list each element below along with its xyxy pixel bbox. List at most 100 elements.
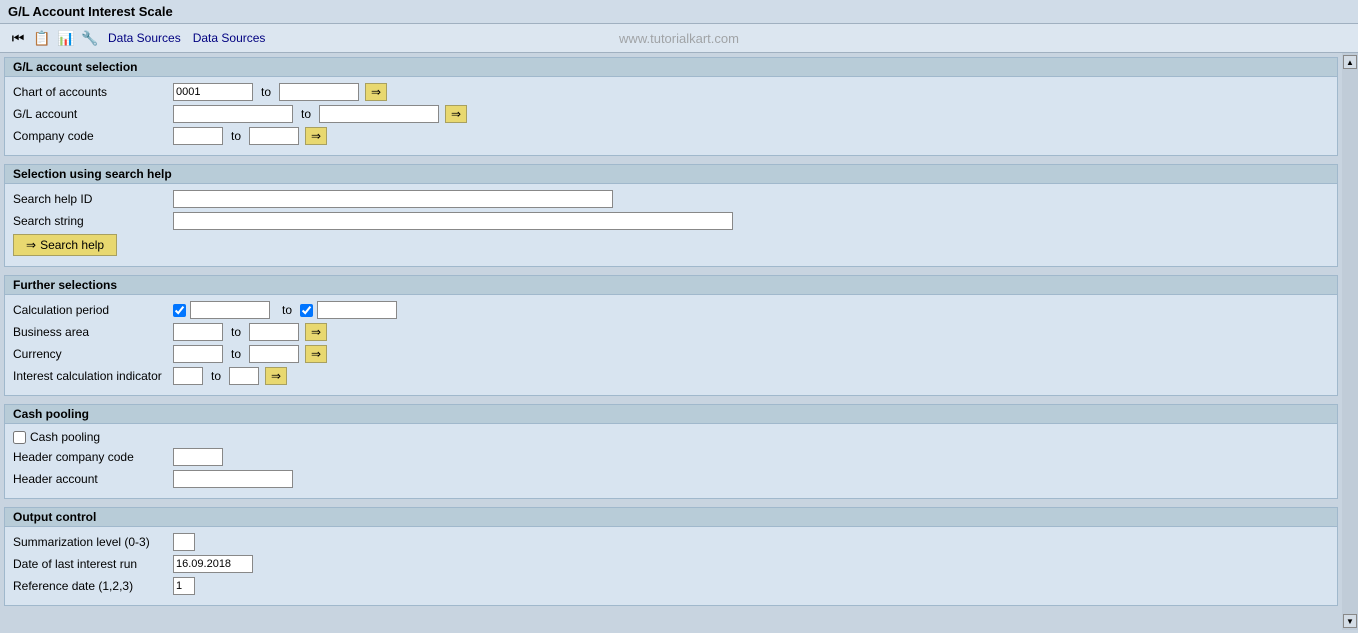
checkbox-calc-period-to[interactable] bbox=[300, 304, 313, 317]
label-header-account: Header account bbox=[13, 472, 173, 486]
arrow-btn-chart[interactable]: ⇒ bbox=[365, 83, 387, 101]
input-header-account[interactable] bbox=[173, 470, 293, 488]
arrow-btn-business[interactable]: ⇒ bbox=[305, 323, 327, 341]
form-area: G/L account selection Chart of accounts … bbox=[0, 53, 1342, 630]
input-search-help-id[interactable] bbox=[173, 190, 613, 208]
search-help-arrow-icon: ⇒ bbox=[26, 238, 36, 252]
input-currency-from[interactable] bbox=[173, 345, 223, 363]
scroll-up-button[interactable]: ▲ bbox=[1343, 55, 1357, 69]
input-interest-indicator-to[interactable] bbox=[229, 367, 259, 385]
section-header-further: Further selections bbox=[5, 276, 1337, 295]
section-body-further: Calculation period to Business area to ⇒… bbox=[5, 295, 1337, 395]
to-label-business: to bbox=[231, 325, 241, 339]
row-date-last-interest: Date of last interest run bbox=[13, 555, 1329, 573]
input-date-last-interest[interactable] bbox=[173, 555, 253, 573]
label-gl-account: G/L account bbox=[13, 107, 173, 121]
section-search-help: Selection using search help Search help … bbox=[4, 164, 1338, 267]
row-interest-indicator: Interest calculation indicator to ⇒ bbox=[13, 367, 1329, 385]
row-header-account: Header account bbox=[13, 470, 1329, 488]
label-company-code: Company code bbox=[13, 129, 173, 143]
label-business-area: Business area bbox=[13, 325, 173, 339]
section-cash-pooling: Cash pooling Cash pooling Header company… bbox=[4, 404, 1338, 499]
row-company-code: Company code to ⇒ bbox=[13, 127, 1329, 145]
section-body-search-help: Search help ID Search string ⇒ Search he… bbox=[5, 184, 1337, 266]
menu-data-sources-2[interactable]: Data Sources bbox=[193, 31, 266, 45]
section-header-search-help: Selection using search help bbox=[5, 165, 1337, 184]
row-calculation-period: Calculation period to bbox=[13, 301, 1329, 319]
checkbox-cash-pooling[interactable] bbox=[13, 431, 26, 444]
input-currency-to[interactable] bbox=[249, 345, 299, 363]
row-summarization-level: Summarization level (0-3) bbox=[13, 533, 1329, 551]
section-body-output-control: Summarization level (0-3) Date of last i… bbox=[5, 527, 1337, 605]
row-cash-pooling-checkbox: Cash pooling bbox=[13, 430, 1329, 444]
input-gl-account-to[interactable] bbox=[319, 105, 439, 123]
row-reference-date: Reference date (1,2,3) bbox=[13, 577, 1329, 595]
row-business-area: Business area to ⇒ bbox=[13, 323, 1329, 341]
back-icon[interactable]: ⏮ bbox=[8, 28, 28, 48]
to-label-calc: to bbox=[282, 303, 292, 317]
page-title: G/L Account Interest Scale bbox=[8, 4, 173, 19]
input-company-code-to[interactable] bbox=[249, 127, 299, 145]
label-reference-date: Reference date (1,2,3) bbox=[13, 579, 173, 593]
row-search-string: Search string bbox=[13, 212, 1329, 230]
label-search-string: Search string bbox=[13, 214, 173, 228]
settings-icon[interactable]: 🔧 bbox=[80, 28, 100, 48]
label-calculation-period: Calculation period bbox=[13, 303, 173, 317]
input-calc-period-to[interactable] bbox=[317, 301, 397, 319]
input-search-string[interactable] bbox=[173, 212, 733, 230]
row-header-company-code: Header company code bbox=[13, 448, 1329, 466]
section-body-cash-pooling: Cash pooling Header company code Header … bbox=[5, 424, 1337, 498]
to-label-chart: to bbox=[261, 85, 271, 99]
label-date-last-interest: Date of last interest run bbox=[13, 557, 173, 571]
section-header-output-control: Output control bbox=[5, 508, 1337, 527]
scrollbar: ▲ ▼ bbox=[1342, 53, 1358, 630]
search-help-button[interactable]: ⇒ Search help bbox=[13, 234, 117, 256]
arrow-btn-gl[interactable]: ⇒ bbox=[445, 105, 467, 123]
to-label-company: to bbox=[231, 129, 241, 143]
input-chart-of-accounts-to[interactable] bbox=[279, 83, 359, 101]
section-header-gl-account: G/L account selection bbox=[5, 58, 1337, 77]
arrow-btn-company[interactable]: ⇒ bbox=[305, 127, 327, 145]
input-reference-date[interactable] bbox=[173, 577, 195, 595]
row-gl-account: G/L account to ⇒ bbox=[13, 105, 1329, 123]
section-output-control: Output control Summarization level (0-3)… bbox=[4, 507, 1338, 606]
row-currency: Currency to ⇒ bbox=[13, 345, 1329, 363]
copy-icon[interactable]: 📋 bbox=[32, 28, 52, 48]
scroll-down-button[interactable]: ▼ bbox=[1343, 614, 1357, 628]
label-summarization-level: Summarization level (0-3) bbox=[13, 535, 173, 549]
input-summarization-level[interactable] bbox=[173, 533, 195, 551]
row-chart-of-accounts: Chart of accounts to ⇒ bbox=[13, 83, 1329, 101]
menu-data-sources-1[interactable]: Data Sources bbox=[108, 31, 181, 45]
label-search-help-id: Search help ID bbox=[13, 192, 173, 206]
checkbox-calc-period-from[interactable] bbox=[173, 304, 186, 317]
section-body-gl-account: Chart of accounts to ⇒ G/L account to ⇒ … bbox=[5, 77, 1337, 155]
to-label-interest: to bbox=[211, 369, 221, 383]
label-cash-pooling-checkbox: Cash pooling bbox=[30, 430, 100, 444]
main-content: G/L account selection Chart of accounts … bbox=[0, 53, 1358, 630]
table-icon[interactable]: 📊 bbox=[56, 28, 76, 48]
input-gl-account-from[interactable] bbox=[173, 105, 293, 123]
section-gl-account-selection: G/L account selection Chart of accounts … bbox=[4, 57, 1338, 156]
section-header-cash-pooling: Cash pooling bbox=[5, 405, 1337, 424]
row-search-help-id: Search help ID bbox=[13, 190, 1329, 208]
input-calc-period-from[interactable] bbox=[190, 301, 270, 319]
input-business-area-from[interactable] bbox=[173, 323, 223, 341]
label-interest-indicator: Interest calculation indicator bbox=[13, 369, 173, 383]
title-bar: G/L Account Interest Scale bbox=[0, 0, 1358, 24]
input-chart-of-accounts-from[interactable] bbox=[173, 83, 253, 101]
to-label-currency: to bbox=[231, 347, 241, 361]
arrow-btn-interest[interactable]: ⇒ bbox=[265, 367, 287, 385]
label-currency: Currency bbox=[13, 347, 173, 361]
to-label-gl: to bbox=[301, 107, 311, 121]
search-help-button-label: Search help bbox=[40, 238, 104, 252]
arrow-btn-currency[interactable]: ⇒ bbox=[305, 345, 327, 363]
input-company-code-from[interactable] bbox=[173, 127, 223, 145]
watermark: www.tutorialkart.com bbox=[619, 31, 739, 46]
input-header-company-code[interactable] bbox=[173, 448, 223, 466]
input-business-area-to[interactable] bbox=[249, 323, 299, 341]
label-header-company-code: Header company code bbox=[13, 450, 173, 464]
row-search-help-btn: ⇒ Search help bbox=[13, 234, 1329, 256]
input-interest-indicator-from[interactable] bbox=[173, 367, 203, 385]
toolbar: ⏮ 📋 📊 🔧 Data Sources Data Sources www.tu… bbox=[0, 24, 1358, 53]
label-chart-of-accounts: Chart of accounts bbox=[13, 85, 173, 99]
